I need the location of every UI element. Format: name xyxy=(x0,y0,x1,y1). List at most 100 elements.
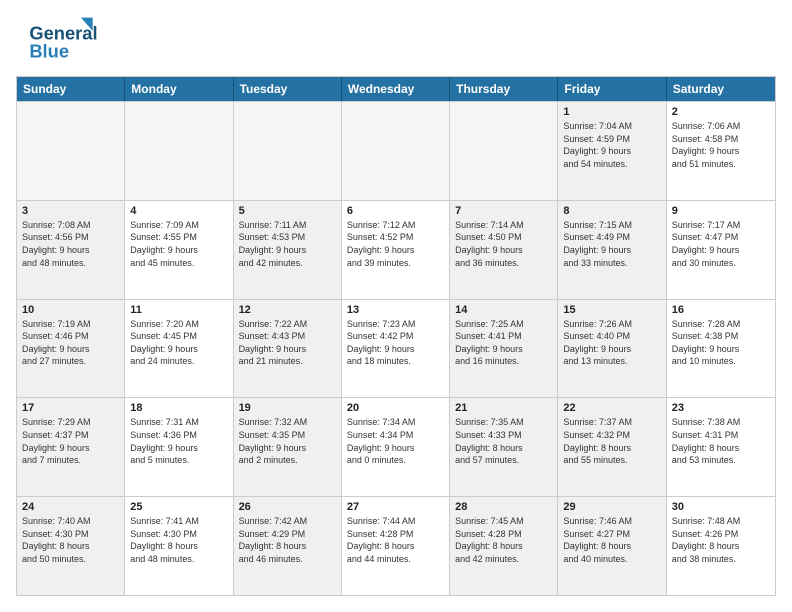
day-number: 29 xyxy=(563,501,660,513)
calendar-cell: 27 Sunrise: 7:44 AM Sunset: 4:28 PM Dayli… xyxy=(342,497,450,595)
day-number: 23 xyxy=(672,402,770,414)
day-number: 7 xyxy=(455,205,552,217)
calendar-cell: 13Sunrise: 7:23 AM Sunset: 4:42 PM Dayli… xyxy=(342,300,450,398)
day-info: Sunrise: 7:14 AM Sunset: 4:50 PM Dayligh… xyxy=(455,219,552,269)
day-info: Sunrise: 7:06 AM Sunset: 4:58 PM Dayligh… xyxy=(672,120,770,170)
calendar-cell: 26 Sunrise: 7:42 AM Sunset: 4:29 PM Dayli… xyxy=(234,497,342,595)
day-info: Sunrise: 7:29 AM Sunset: 4:37 PM Dayligh… xyxy=(22,416,119,466)
calendar-cell: 30 Sunrise: 7:48 AM Sunset: 4:26 PM Dayli… xyxy=(667,497,775,595)
day-number: 21 xyxy=(455,402,552,414)
weekday-header: Tuesday xyxy=(234,77,342,101)
calendar-cell: 15 Sunrise: 7:26 AM Sunset: 4:40 PM Dayli… xyxy=(558,300,666,398)
day-number: 1 xyxy=(563,106,660,118)
day-number: 28 xyxy=(455,501,552,513)
calendar-cell xyxy=(450,102,558,200)
weekday-header: Sunday xyxy=(17,77,125,101)
day-number: 18 xyxy=(130,402,227,414)
day-info: Sunrise: 7:08 AM Sunset: 4:56 PM Dayligh… xyxy=(22,219,119,269)
day-info: Sunrise: 7:11 AM Sunset: 4:53 PM Dayligh… xyxy=(239,219,336,269)
day-info: Sunrise: 7:38 AM Sunset: 4:31 PM Dayligh… xyxy=(672,416,770,466)
calendar-cell: 20Sunrise: 7:34 AM Sunset: 4:34 PM Dayli… xyxy=(342,398,450,496)
day-number: 15 xyxy=(563,304,660,316)
calendar: SundayMondayTuesdayWednesdayThursdayFrid… xyxy=(16,76,776,596)
calendar-cell: 9Sunrise: 7:17 AM Sunset: 4:47 PM Daylig… xyxy=(667,201,775,299)
day-info: Sunrise: 7:45 AM Sunset: 4:28 PM Dayligh… xyxy=(455,515,552,565)
day-info: Sunrise: 7:28 AM Sunset: 4:38 PM Dayligh… xyxy=(672,318,770,368)
svg-text:Blue: Blue xyxy=(29,41,69,62)
calendar-row: 1 Sunrise: 7:04 AM Sunset: 4:59 PM Daylig… xyxy=(17,101,775,200)
calendar-cell: 8Sunrise: 7:15 AM Sunset: 4:49 PM Daylig… xyxy=(558,201,666,299)
calendar-row: 10Sunrise: 7:19 AM Sunset: 4:46 PM Dayli… xyxy=(17,299,775,398)
day-number: 8 xyxy=(563,205,660,217)
day-number: 26 xyxy=(239,501,336,513)
calendar-cell: 4Sunrise: 7:09 AM Sunset: 4:55 PM Daylig… xyxy=(125,201,233,299)
day-info: Sunrise: 7:26 AM Sunset: 4:40 PM Dayligh… xyxy=(563,318,660,368)
calendar-cell xyxy=(125,102,233,200)
day-info: Sunrise: 7:04 AM Sunset: 4:59 PM Dayligh… xyxy=(563,120,660,170)
day-number: 10 xyxy=(22,304,119,316)
weekday-header: Saturday xyxy=(667,77,775,101)
weekday-header: Monday xyxy=(125,77,233,101)
calendar-body: 1 Sunrise: 7:04 AM Sunset: 4:59 PM Daylig… xyxy=(17,101,775,595)
day-number: 6 xyxy=(347,205,444,217)
calendar-cell xyxy=(342,102,450,200)
calendar-row: 24 Sunrise: 7:40 AM Sunset: 4:30 PM Dayli… xyxy=(17,496,775,595)
day-number: 22 xyxy=(563,402,660,414)
day-info: Sunrise: 7:20 AM Sunset: 4:45 PM Dayligh… xyxy=(130,318,227,368)
calendar-cell: 7 Sunrise: 7:14 AM Sunset: 4:50 PM Daylig… xyxy=(450,201,558,299)
calendar-cell xyxy=(17,102,125,200)
calendar-cell: 25 Sunrise: 7:41 AM Sunset: 4:30 PM Dayli… xyxy=(125,497,233,595)
logo: General Blue xyxy=(16,16,106,66)
day-info: Sunrise: 7:42 AM Sunset: 4:29 PM Dayligh… xyxy=(239,515,336,565)
day-info: Sunrise: 7:12 AM Sunset: 4:52 PM Dayligh… xyxy=(347,219,444,269)
calendar-cell: 18 Sunrise: 7:31 AM Sunset: 4:36 PM Dayli… xyxy=(125,398,233,496)
calendar-row: 3 Sunrise: 7:08 AM Sunset: 4:56 PM Daylig… xyxy=(17,200,775,299)
day-number: 4 xyxy=(130,205,227,217)
day-number: 27 xyxy=(347,501,444,513)
day-number: 14 xyxy=(455,304,552,316)
day-info: Sunrise: 7:35 AM Sunset: 4:33 PM Dayligh… xyxy=(455,416,552,466)
calendar-cell: 17 Sunrise: 7:29 AM Sunset: 4:37 PM Dayli… xyxy=(17,398,125,496)
day-info: Sunrise: 7:48 AM Sunset: 4:26 PM Dayligh… xyxy=(672,515,770,565)
page: General Blue SundayMondayTuesdayWednesda… xyxy=(0,0,792,612)
day-number: 24 xyxy=(22,501,119,513)
day-info: Sunrise: 7:22 AM Sunset: 4:43 PM Dayligh… xyxy=(239,318,336,368)
day-info: Sunrise: 7:17 AM Sunset: 4:47 PM Dayligh… xyxy=(672,219,770,269)
calendar-cell: 6 Sunrise: 7:12 AM Sunset: 4:52 PM Daylig… xyxy=(342,201,450,299)
day-number: 30 xyxy=(672,501,770,513)
calendar-cell: 10Sunrise: 7:19 AM Sunset: 4:46 PM Dayli… xyxy=(17,300,125,398)
day-info: Sunrise: 7:23 AM Sunset: 4:42 PM Dayligh… xyxy=(347,318,444,368)
day-info: Sunrise: 7:32 AM Sunset: 4:35 PM Dayligh… xyxy=(239,416,336,466)
calendar-cell: 22Sunrise: 7:37 AM Sunset: 4:32 PM Dayli… xyxy=(558,398,666,496)
day-number: 19 xyxy=(239,402,336,414)
logo-svg: General Blue xyxy=(16,16,106,66)
header: General Blue xyxy=(16,16,776,66)
day-number: 5 xyxy=(239,205,336,217)
calendar-row: 17 Sunrise: 7:29 AM Sunset: 4:37 PM Dayli… xyxy=(17,397,775,496)
calendar-cell: 21 Sunrise: 7:35 AM Sunset: 4:33 PM Dayli… xyxy=(450,398,558,496)
day-number: 17 xyxy=(22,402,119,414)
calendar-cell: 24 Sunrise: 7:40 AM Sunset: 4:30 PM Dayli… xyxy=(17,497,125,595)
day-info: Sunrise: 7:25 AM Sunset: 4:41 PM Dayligh… xyxy=(455,318,552,368)
weekday-header: Wednesday xyxy=(342,77,450,101)
day-number: 11 xyxy=(130,304,227,316)
day-info: Sunrise: 7:44 AM Sunset: 4:28 PM Dayligh… xyxy=(347,515,444,565)
day-number: 20 xyxy=(347,402,444,414)
calendar-cell: 16Sunrise: 7:28 AM Sunset: 4:38 PM Dayli… xyxy=(667,300,775,398)
calendar-cell: 12 Sunrise: 7:22 AM Sunset: 4:43 PM Dayli… xyxy=(234,300,342,398)
day-info: Sunrise: 7:41 AM Sunset: 4:30 PM Dayligh… xyxy=(130,515,227,565)
calendar-cell: 14 Sunrise: 7:25 AM Sunset: 4:41 PM Dayli… xyxy=(450,300,558,398)
day-number: 25 xyxy=(130,501,227,513)
day-info: Sunrise: 7:46 AM Sunset: 4:27 PM Dayligh… xyxy=(563,515,660,565)
day-number: 2 xyxy=(672,106,770,118)
day-number: 3 xyxy=(22,205,119,217)
day-info: Sunrise: 7:31 AM Sunset: 4:36 PM Dayligh… xyxy=(130,416,227,466)
calendar-cell: 3 Sunrise: 7:08 AM Sunset: 4:56 PM Daylig… xyxy=(17,201,125,299)
calendar-cell: 28 Sunrise: 7:45 AM Sunset: 4:28 PM Dayli… xyxy=(450,497,558,595)
day-number: 12 xyxy=(239,304,336,316)
day-info: Sunrise: 7:40 AM Sunset: 4:30 PM Dayligh… xyxy=(22,515,119,565)
calendar-cell: 2 Sunrise: 7:06 AM Sunset: 4:58 PM Daylig… xyxy=(667,102,775,200)
calendar-cell xyxy=(234,102,342,200)
calendar-cell: 23 Sunrise: 7:38 AM Sunset: 4:31 PM Dayli… xyxy=(667,398,775,496)
weekday-header: Thursday xyxy=(450,77,558,101)
